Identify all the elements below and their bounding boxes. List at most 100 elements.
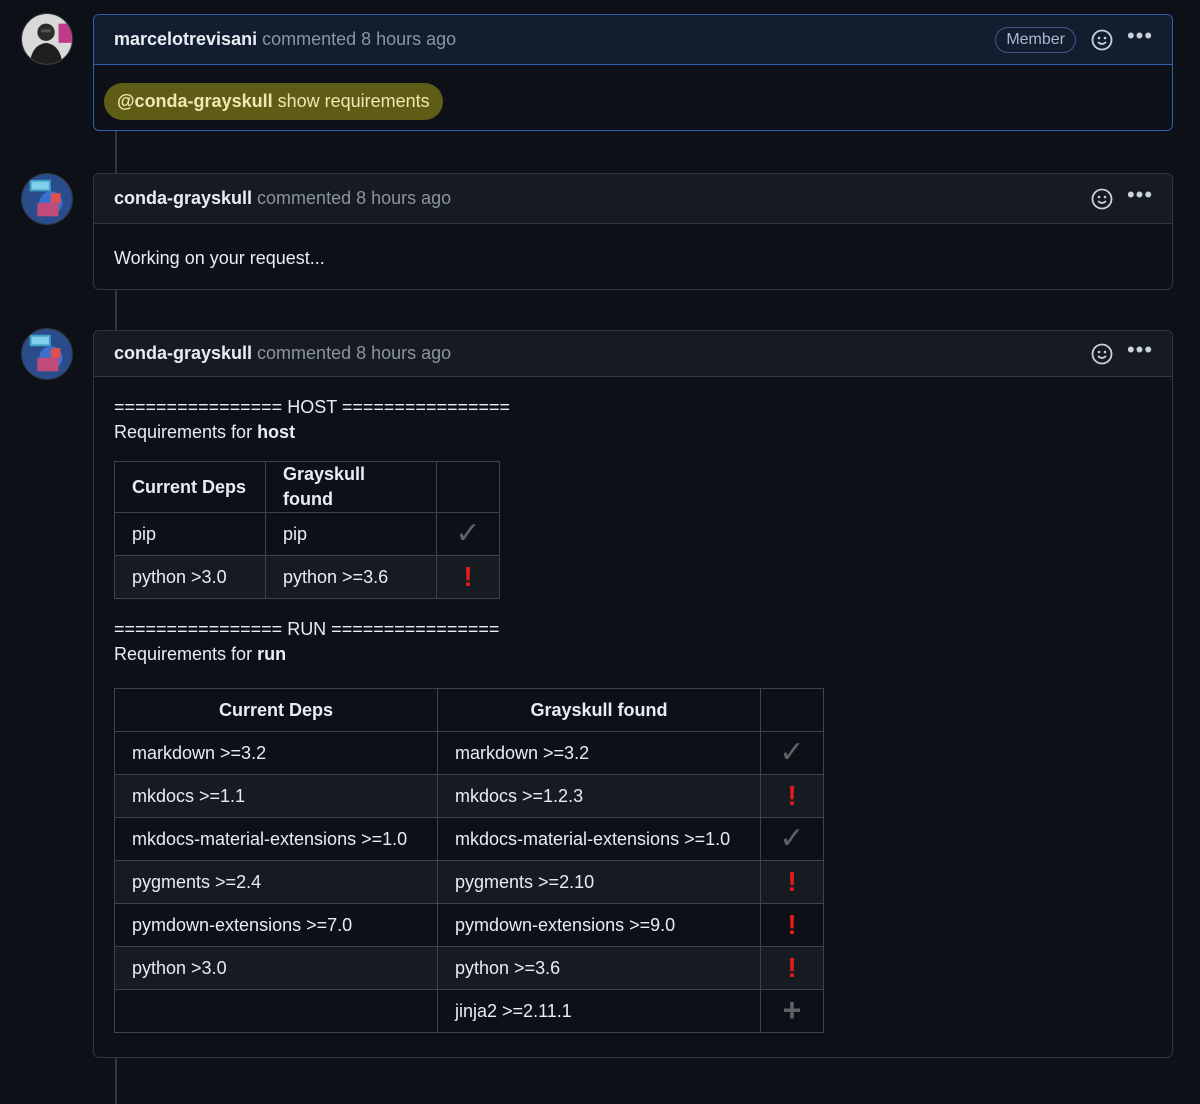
current-dep-cell: pip [114,512,266,556]
timeline-connector [115,131,117,174]
highlighted-text: @conda-grayskull show requirements [104,83,443,120]
bot-avatar[interactable] [21,328,73,380]
user-avatar-icon [22,14,72,64]
comment-author[interactable]: conda-grayskull [114,343,252,364]
current-dep-cell: mkdocs >=1.1 [114,774,438,818]
current-dep-cell: mkdocs-material-extensions >=1.0 [114,817,438,861]
host-heading-prefix: Requirements for [114,422,258,442]
member-badge: Member [995,26,1076,53]
comment-text: Working on your request... [114,248,325,268]
mention-link[interactable]: @conda-grayskull [117,91,273,111]
table-row: mkdocs-material-extensions >=1.0 mkdocs-m… [114,817,824,861]
host-requirements-table: Current Deps Grayskull found pip pip ✓ pyth… [114,461,500,599]
table-row: python >3.0 python >=3.6! [114,555,500,599]
kebab-menu-icon[interactable]: ••• [1127,24,1152,56]
grayskull-found-cell: mkdocs-material-extensions >=1.0 [437,817,761,861]
exclamation-icon: ! [787,908,797,940]
run-heading-prefix: Requirements for [114,644,258,664]
current-dep-cell: markdown >=3.2 [114,731,438,775]
comment: conda-grayskull commented 8 hours ago ••… [93,330,1173,1058]
comment-body: @conda-grayskull show requirements [94,65,1172,130]
grayskull-found-cell: pip [265,512,437,556]
exclamation-icon: ! [787,865,797,897]
kebab-menu-icon[interactable]: ••• [1127,183,1152,215]
comment-body: Working on your request... [94,224,1172,289]
comment-header: conda-grayskull commented 8 hours ago ••… [94,331,1172,377]
table-header-row: Current Deps Grayskull found [114,461,500,513]
column-header-current: Current Deps [114,688,438,732]
check-icon: ✓ [455,516,481,550]
table-row: mkdocs >=1.1 mkdocs >=1.2.3! [114,774,824,818]
check-icon: ✓ [779,735,805,769]
current-dep-cell: pygments >=2.4 [114,860,438,904]
check-icon: ✓ [779,821,805,855]
grayskull-found-cell: mkdocs >=1.2.3 [437,774,761,818]
table-row: pip pip ✓ [114,512,500,556]
current-dep-cell: python >3.0 [114,555,266,599]
column-header-current: Current Deps [114,461,266,513]
comment-body: ================ HOST ================ R… [94,377,1172,1057]
table-row: pymdown-extensions >=7.0 pymdown-extensio… [114,903,824,947]
comment-actions: ••• [1090,183,1152,215]
avatar[interactable] [21,13,73,65]
status-cell: ! [760,860,824,904]
bot-avatar-icon [22,174,72,224]
status-cell: ✓ [760,731,824,775]
status-cell: ! [760,774,824,818]
column-header-found: Grayskull found [265,461,437,513]
run-heading: Requirements for run [114,642,1152,667]
status-cell: ! [760,903,824,947]
grayskull-found-cell: python >=3.6 [437,946,761,990]
comment-timestamp[interactable]: commented 8 hours ago [257,343,451,364]
timeline-connector [115,290,117,330]
comment-author[interactable]: conda-grayskull [114,188,252,209]
grayskull-found-cell: jinja2 >=2.11.1 [437,989,761,1033]
grayskull-found-cell: markdown >=3.2 [437,731,761,775]
status-cell: + [760,989,824,1033]
kebab-menu-icon[interactable]: ••• [1127,338,1152,370]
current-dep-cell [114,989,438,1033]
timeline-connector [115,1058,117,1104]
plus-icon: + [782,991,802,1028]
comment-timestamp[interactable]: commented 8 hours ago [257,188,451,209]
column-header-status [436,461,500,513]
comment: conda-grayskull commented 8 hours ago ••… [93,173,1173,290]
grayskull-found-cell: pygments >=2.10 [437,860,761,904]
status-cell: ! [436,555,500,599]
current-dep-cell: python >3.0 [114,946,438,990]
comment-actions: ••• [1090,338,1152,370]
run-heading-bold: run [257,644,287,664]
status-cell: ✓ [760,817,824,861]
current-dep-cell: pymdown-extensions >=7.0 [114,903,438,947]
run-requirements-table: Current Deps Grayskull found markdown >=… [114,688,824,1033]
smiley-icon[interactable] [1090,28,1114,52]
grayskull-found-cell: pymdown-extensions >=9.0 [437,903,761,947]
host-separator: ================ HOST ================ [114,397,511,417]
host-heading: Requirements for host [114,420,1152,445]
run-separator: ================ RUN ================ [114,619,500,639]
comment-timestamp[interactable]: commented 8 hours ago [262,29,456,50]
column-header-found: Grayskull found [437,688,761,732]
bot-avatar-icon [22,329,72,379]
table-row: markdown >=3.2 markdown >=3.2 ✓ [114,731,824,775]
grayskull-found-cell: python >=3.6 [265,555,437,599]
bot-avatar[interactable] [21,173,73,225]
table-header-row: Current Deps Grayskull found [114,688,824,732]
comment: marcelotrevisani commented 8 hours ago M… [93,14,1173,131]
comment-actions: Member ••• [995,24,1152,56]
comment-author[interactable]: marcelotrevisani [114,29,257,50]
exclamation-icon: ! [463,560,473,592]
status-cell: ✓ [436,512,500,556]
smiley-icon[interactable] [1090,187,1114,211]
exclamation-icon: ! [787,779,797,811]
status-cell: ! [760,946,824,990]
table-row: pygments >=2.4 pygments >=2.10! [114,860,824,904]
host-heading-bold: host [257,422,296,442]
exclamation-icon: ! [787,951,797,983]
comment-header: conda-grayskull commented 8 hours ago ••… [94,174,1172,224]
table-row: python >3.0 python >=3.6! [114,946,824,990]
smiley-icon[interactable] [1090,342,1114,366]
column-header-status [760,688,824,732]
comment-header: marcelotrevisani commented 8 hours ago M… [94,15,1172,65]
comment-text: show requirements [272,91,430,111]
